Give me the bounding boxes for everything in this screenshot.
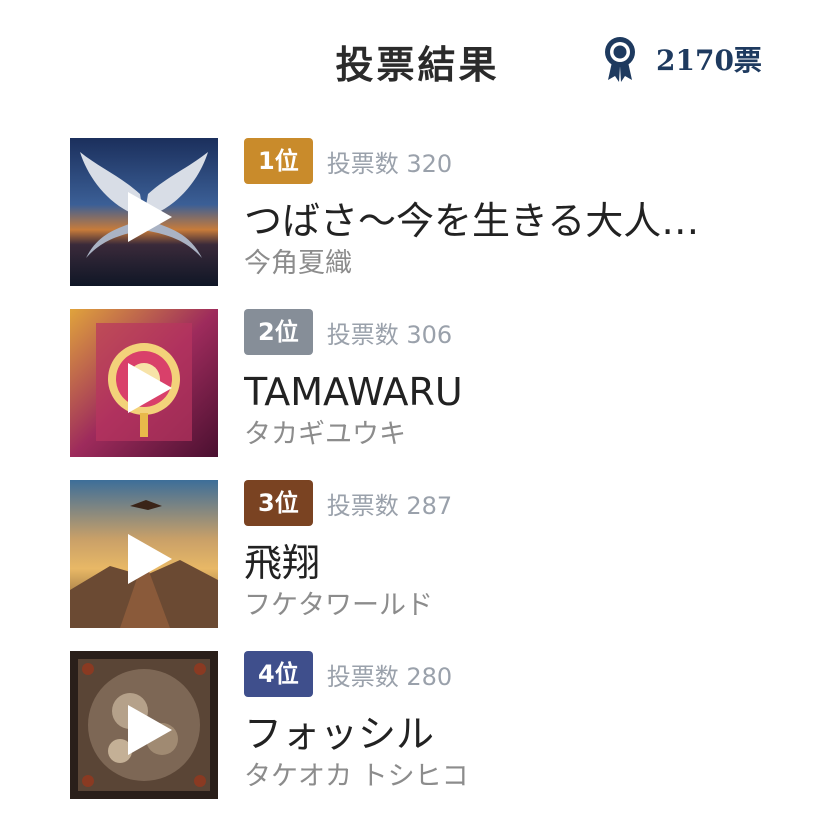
header: 投票結果 2170票 xyxy=(0,28,835,92)
artist-name: タケオカ トシヒコ xyxy=(244,761,469,792)
vote-count: 投票数 320 xyxy=(326,149,453,178)
artist-name: フケタワールド xyxy=(244,590,433,621)
song-title[interactable]: つばさ〜今を生きる大人… xyxy=(244,198,774,244)
total-votes: 2170票 xyxy=(604,36,762,82)
item-meta: 1位 投票数 320 xyxy=(244,138,784,184)
award-ribbon-icon xyxy=(605,37,635,82)
thumbnail[interactable] xyxy=(70,138,218,286)
rank-badge: 3位 xyxy=(244,480,313,526)
item-meta: 3位 投票数 287 xyxy=(244,480,784,526)
thumbnail[interactable] xyxy=(70,309,218,457)
list-item[interactable]: 2位 投票数 306 TAMAWARU タカギユウキ xyxy=(70,309,790,457)
list-item[interactable]: 3位 投票数 287 飛翔 フケタワールド xyxy=(70,480,790,628)
rank-badge: 4位 xyxy=(244,651,313,697)
results-list: 1位 投票数 320 つばさ〜今を生きる大人… 今角夏織 2位 投票数 306 … xyxy=(70,138,790,822)
item-meta: 2位 投票数 306 xyxy=(244,309,784,355)
list-item[interactable]: 4位 投票数 280 フォッシル タケオカ トシヒコ xyxy=(70,651,790,799)
vote-count: 投票数 306 xyxy=(326,320,453,349)
song-title[interactable]: TAMAWARU xyxy=(244,369,774,415)
item-info: 2位 投票数 306 TAMAWARU タカギユウキ xyxy=(244,309,784,453)
list-item[interactable]: 1位 投票数 320 つばさ〜今を生きる大人… 今角夏織 xyxy=(70,138,790,286)
item-info: 4位 投票数 280 フォッシル タケオカ トシヒコ xyxy=(244,651,784,795)
play-icon[interactable] xyxy=(124,701,176,759)
item-meta: 4位 投票数 280 xyxy=(244,651,784,697)
vote-count: 投票数 287 xyxy=(326,491,453,520)
rank-badge: 1位 xyxy=(244,138,313,184)
artist-name: タカギユウキ xyxy=(244,419,406,450)
play-icon[interactable] xyxy=(124,530,176,588)
rank-badge: 2位 xyxy=(244,309,313,355)
song-title[interactable]: フォッシル xyxy=(244,711,774,757)
song-title[interactable]: 飛翔 xyxy=(244,540,774,586)
item-info: 1位 投票数 320 つばさ〜今を生きる大人… 今角夏織 xyxy=(244,138,784,282)
artist-name: 今角夏織 xyxy=(244,248,352,279)
thumbnail[interactable] xyxy=(70,480,218,628)
item-info: 3位 投票数 287 飛翔 フケタワールド xyxy=(244,480,784,624)
total-votes-count: 2170票 xyxy=(656,44,762,77)
thumbnail[interactable] xyxy=(70,651,218,799)
play-icon[interactable] xyxy=(124,188,176,246)
vote-count: 投票数 280 xyxy=(326,662,453,691)
play-icon[interactable] xyxy=(124,359,176,417)
